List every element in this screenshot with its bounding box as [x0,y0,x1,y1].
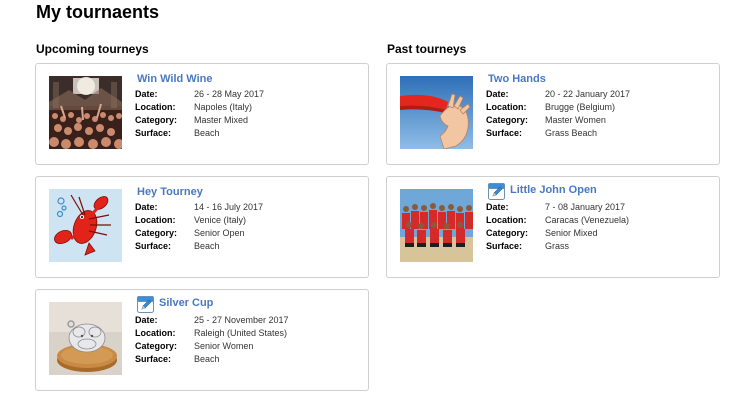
location-label: Location: [135,102,176,112]
tourney-card-silver-cup[interactable]: Silver Cup Date: 25 - 27 November 2017 Lo… [35,289,369,391]
category-label: Category: [135,228,178,238]
date-label: Date: [135,202,158,212]
tourney-card-little-john-open[interactable]: Little John Open Date: 7 - 08 January 201… [386,176,720,278]
edit-icon[interactable] [137,294,154,313]
category-label: Category: [486,228,529,238]
surface-value: Beach [194,128,220,138]
category-value: Master Women [545,115,606,125]
tourney-details: Date: 25 - 27 November 2017 Location: Rale… [135,314,289,366]
date-label: Date: [135,89,158,99]
location-label: Location: [486,215,527,225]
tourney-card-hey-tourney[interactable]: Hey Tourney Date: 14 - 16 July 2017 Locat… [35,176,369,278]
location-value: Caracas (Venezuela) [545,215,630,225]
date-label: Date: [486,202,509,212]
tourney-thumbnail-frisbee-catch[interactable] [400,76,473,149]
tourney-card-two-hands[interactable]: Two Hands Date: 20 - 22 January 2017 Loca… [386,63,720,165]
tourney-details: Date: 7 - 08 January 2017 Location: Caraca… [486,201,629,253]
tourney-details: Date: 14 - 16 July 2017 Location: Venice (… [135,201,263,253]
surface-label: Surface: [135,128,172,138]
tourney-thumbnail-concert-crowd[interactable] [49,76,122,149]
tourney-title-link[interactable]: Two Hands [488,73,546,85]
date-value: 25 - 27 November 2017 [194,315,289,325]
category-label: Category: [486,115,529,125]
category-value: Senior Mixed [545,228,598,238]
tourney-title-link[interactable]: Win Wild Wine [137,73,212,85]
date-value: 26 - 28 May 2017 [194,89,265,99]
location-label: Location: [486,102,527,112]
surface-value: Grass [545,241,570,251]
surface-value: Beach [194,241,220,251]
surface-label: Surface: [486,241,523,251]
date-value: 7 - 08 January 2017 [545,202,626,212]
date-label: Date: [486,89,509,99]
surface-value: Grass Beach [545,128,598,138]
upcoming-tourneys-heading: Upcoming tourneys [36,42,149,56]
past-tourneys-heading: Past tourneys [387,42,467,56]
location-value: Raleigh (United States) [194,328,288,338]
upcoming-tourneys-list: Win Wild Wine Date: 26 - 28 May 2017 Loca… [35,63,369,400]
surface-label: Surface: [486,128,523,138]
location-value: Napoles (Italy) [194,102,253,112]
date-value: 20 - 22 January 2017 [545,89,631,99]
page-title: My tournaents [36,2,160,22]
tourney-details: Date: 26 - 28 May 2017 Location: Napoles (… [135,88,264,140]
category-value: Master Mixed [194,115,249,125]
surface-label: Surface: [135,241,172,251]
location-value: Brugge (Belgium) [545,102,616,112]
surface-label: Surface: [135,354,172,364]
location-label: Location: [135,328,176,338]
tourney-thumbnail-silver-charm[interactable] [49,302,122,375]
location-label: Location: [135,215,176,225]
category-label: Category: [135,341,178,351]
surface-value: Beach [194,354,220,364]
date-value: 14 - 16 July 2017 [194,202,264,212]
location-value: Venice (Italy) [194,215,247,225]
tourney-title-link[interactable]: Silver Cup [159,297,213,309]
tourney-details: Date: 20 - 22 January 2017 Location: Brugg… [486,88,630,140]
tourney-thumbnail-lobster[interactable] [49,189,122,262]
past-tourneys-list: Two Hands Date: 20 - 22 January 2017 Loca… [386,63,720,289]
category-value: Senior Open [194,228,245,238]
tourney-card-win-wild-wine[interactable]: Win Wild Wine Date: 26 - 28 May 2017 Loca… [35,63,369,165]
date-label: Date: [135,315,158,325]
tourney-title-link[interactable]: Hey Tourney [137,186,203,198]
edit-icon[interactable] [488,181,505,200]
category-label: Category: [135,115,178,125]
tourney-title-link[interactable]: Little John Open [510,184,597,196]
tourney-thumbnail-team-photo[interactable] [400,189,473,262]
category-value: Senior Women [194,341,254,351]
